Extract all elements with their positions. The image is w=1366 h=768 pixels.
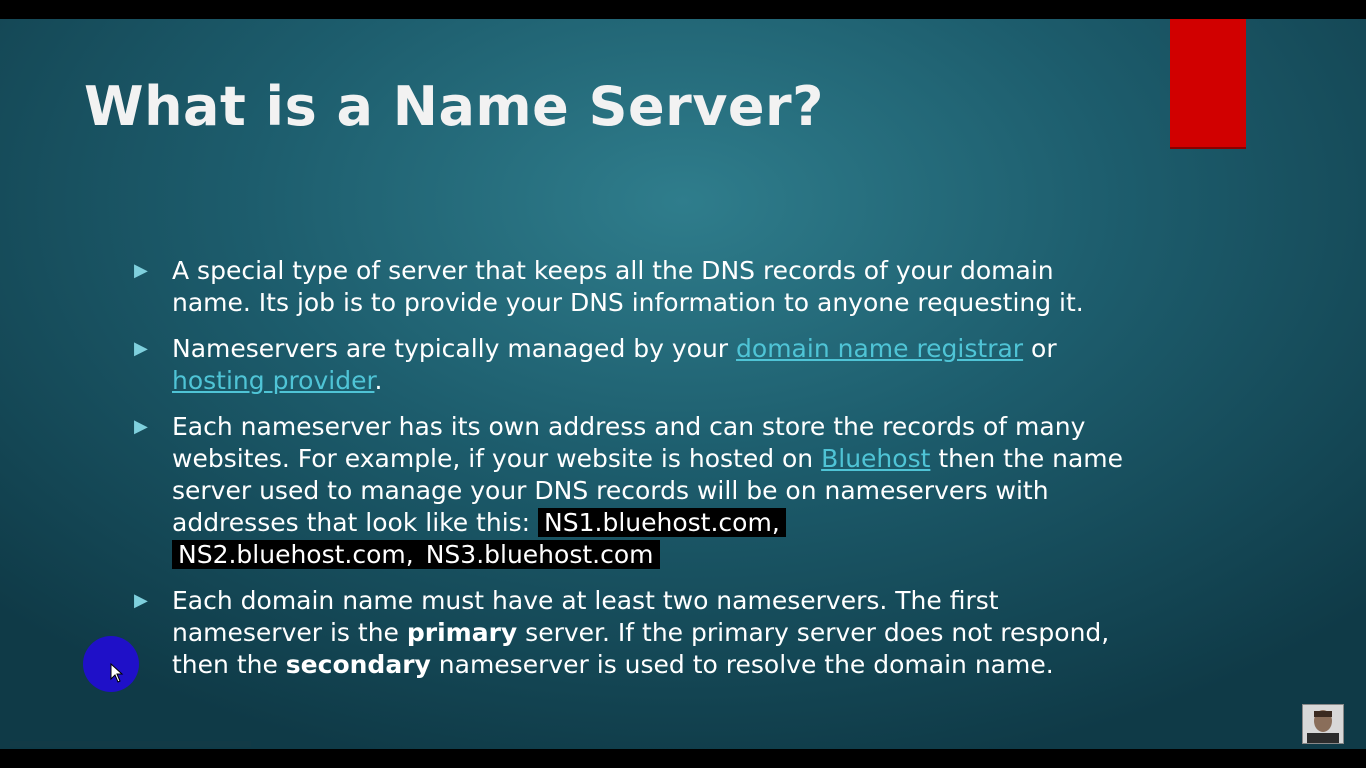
play-arrow-icon: ▶ [134, 260, 148, 281]
bullet-item-1: ▶ A special type of server that keeps al… [134, 255, 1124, 319]
play-arrow-icon: ▶ [134, 416, 148, 437]
highlighted-nameserver: NS3.bluehost.com [419, 540, 660, 569]
bullet-text: Nameservers are typically managed by you… [172, 334, 1057, 395]
bullet-item-4: ▶ Each domain name must have at least tw… [134, 585, 1124, 681]
highlighted-nameserver: NS1.bluehost.com, [538, 508, 786, 537]
red-accent-block [1170, 19, 1246, 149]
bullet-list: ▶ A special type of server that keeps al… [134, 255, 1124, 695]
presenter-avatar [1302, 704, 1344, 744]
play-arrow-icon: ▶ [134, 338, 148, 359]
bullet-text: Each nameserver has its own address and … [172, 412, 1124, 569]
highlighted-nameserver: NS2.bluehost.com, [172, 540, 420, 569]
bold-term: secondary [285, 650, 431, 679]
hosting-provider-link[interactable]: hosting provider [172, 366, 374, 395]
progress-bar [10, 741, 251, 747]
bullet-item-3: ▶ Each nameserver has its own address an… [134, 411, 1124, 571]
bluehost-link[interactable]: Bluehost [821, 444, 930, 473]
bullet-item-2: ▶ Nameservers are typically managed by y… [134, 333, 1124, 397]
bold-term: primary [406, 618, 518, 647]
bottom-letterbox [0, 749, 1366, 768]
mouse-pointer-icon [110, 663, 124, 683]
bullet-text: Each domain name must have at least two … [172, 586, 1110, 679]
slide-title: What is a Name Server? [84, 75, 824, 138]
top-letterbox [0, 0, 1366, 19]
bullet-text: A special type of server that keeps all … [172, 256, 1084, 317]
presentation-slide: What is a Name Server? ▶ A special type … [0, 19, 1366, 749]
domain-name-registrar-link[interactable]: domain name registrar [736, 334, 1023, 363]
play-arrow-icon: ▶ [134, 590, 148, 611]
